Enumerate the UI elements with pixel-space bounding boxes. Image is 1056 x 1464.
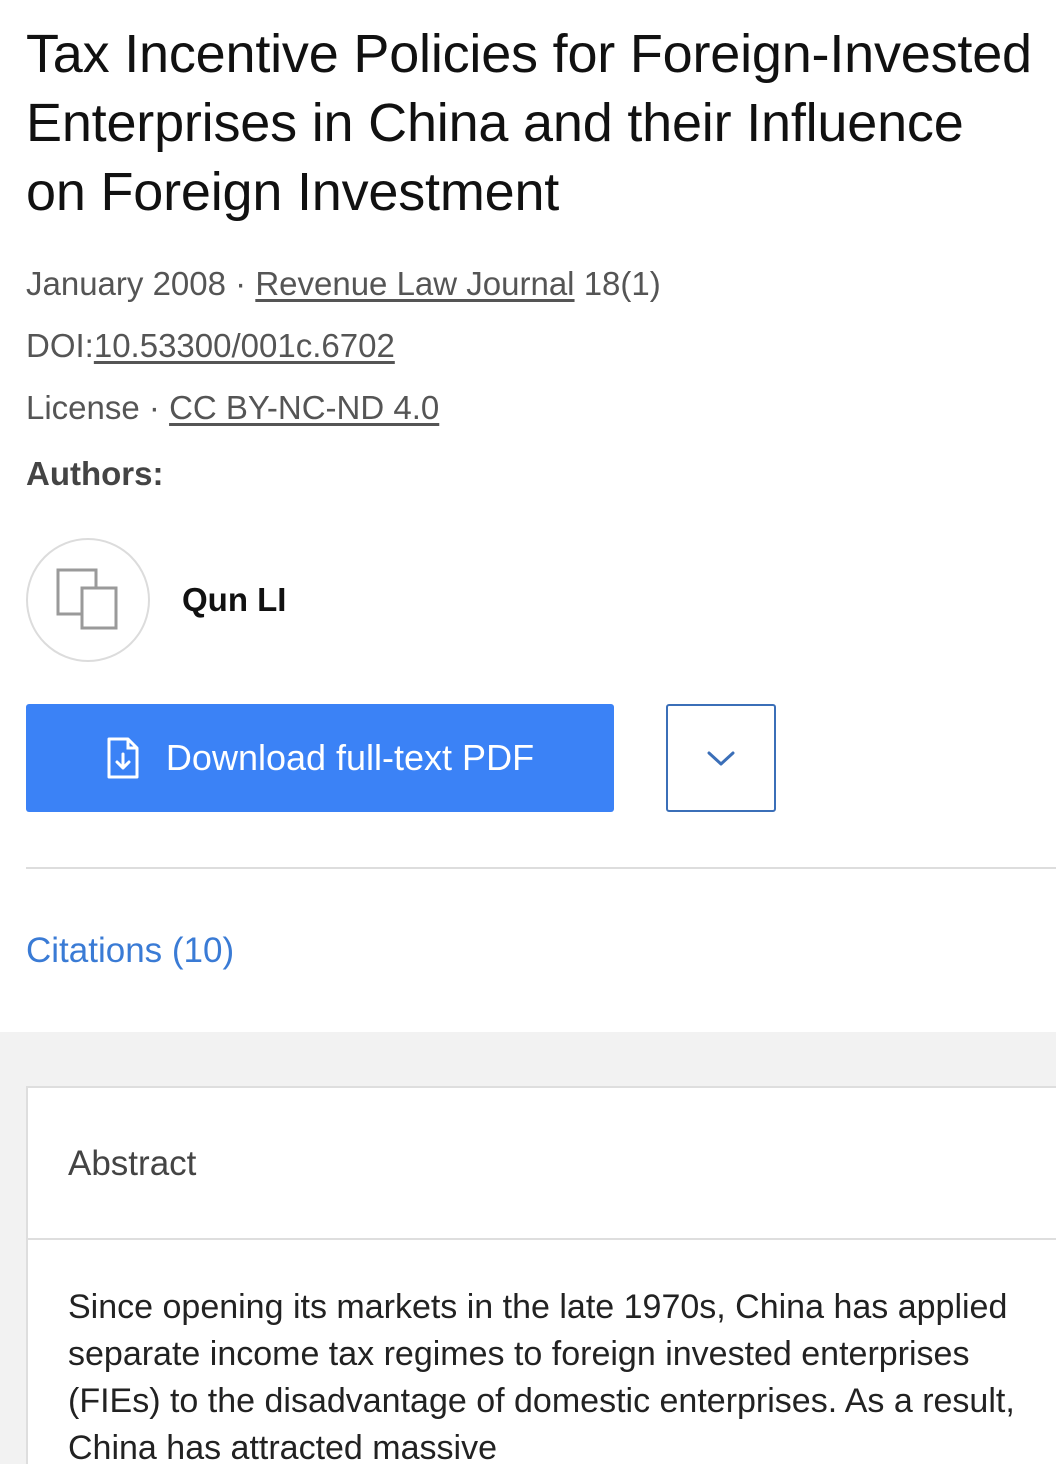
- article-title: Tax Incentive Policies for Foreign-Inves…: [26, 24, 1032, 222]
- article-meta: January 2008 · Revenue Law Journal 18(1)…: [26, 253, 1030, 439]
- publication-date: January 2008: [26, 265, 226, 302]
- author-avatar[interactable]: [26, 538, 150, 662]
- more-options-button[interactable]: [666, 704, 776, 812]
- citations-link[interactable]: Citations (10): [26, 931, 1030, 971]
- journal-issue: 18(1): [574, 265, 661, 302]
- authors-label: Authors:: [26, 455, 164, 492]
- abstract-section: Abstract Since opening its markets in th…: [0, 1032, 1056, 1464]
- doi-label: DOI:: [26, 327, 94, 364]
- author-item[interactable]: Qun LI: [26, 538, 1030, 662]
- download-pdf-button[interactable]: Download full-text PDF: [26, 704, 614, 812]
- pdf-download-icon: [106, 737, 140, 779]
- abstract-text: Since opening its markets in the late 19…: [68, 1288, 1015, 1464]
- section-divider: [26, 867, 1056, 869]
- doi-link[interactable]: 10.53300/001c.6702: [94, 327, 395, 364]
- download-pdf-label: Download full-text PDF: [165, 737, 535, 778]
- abstract-card: Abstract Since opening its markets in th…: [26, 1086, 1056, 1464]
- action-bar: Download full-text PDF: [26, 704, 1030, 812]
- journal-link[interactable]: Revenue Law Journal: [255, 265, 574, 302]
- license-label: License ·: [26, 389, 170, 426]
- placeholder-avatar-icon: [56, 568, 118, 630]
- publication-line: January 2008 · Revenue Law Journal 18(1): [26, 253, 1030, 315]
- license-line: License · CC BY-NC-ND 4.0: [26, 377, 1030, 439]
- chevron-down-icon: [707, 751, 735, 766]
- author-name[interactable]: Qun LI: [182, 581, 286, 619]
- meta-separator: ·: [225, 265, 256, 302]
- doi-line: DOI:10.53300/001c.6702: [26, 315, 1030, 377]
- article-header: Tax Incentive Policies for Foreign-Inves…: [0, 0, 1056, 1032]
- license-link[interactable]: CC BY-NC-ND 4.0: [169, 389, 439, 426]
- abstract-heading: Abstract: [28, 1088, 1056, 1240]
